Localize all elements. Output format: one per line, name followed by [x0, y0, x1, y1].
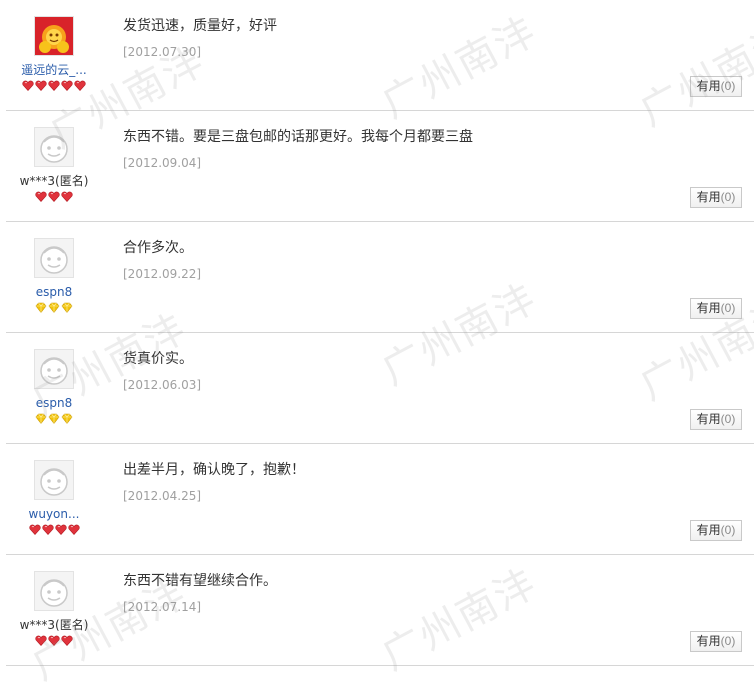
credit-badges [4, 302, 104, 314]
useful-label: 有用 [696, 301, 721, 315]
useful-label: 有用 [696, 412, 721, 426]
yellow-diamond-icon [35, 302, 47, 313]
red-heart-icon [22, 80, 34, 91]
useful-button[interactable]: 有用(0) [690, 76, 742, 97]
red-heart-icon [74, 80, 86, 91]
reviewer-name[interactable]: w***3(匿名) [4, 173, 104, 189]
review-comment: 货真价实。 [123, 351, 193, 367]
review-date: [2012.06.03] [123, 378, 202, 392]
reviewer-name[interactable]: wuyon... [4, 506, 104, 522]
useful-count: (0) [720, 79, 736, 93]
yellow-diamond-icon [35, 413, 47, 424]
review-item: espn8 合作多次。 [2012.09.22] 有用(0) [0, 222, 754, 333]
default-face-avatar[interactable] [34, 127, 74, 167]
divider [6, 665, 754, 666]
credit-badges [4, 80, 104, 92]
review-list: 遥远的云_... 发货迅速，质量好，好评 [2012.07.30] 有用(0) … [0, 0, 754, 666]
red-heart-icon [67, 524, 80, 535]
useful-button[interactable]: 有用(0) [690, 187, 742, 208]
red-heart-icon [61, 191, 73, 202]
yellow-diamond-icon [61, 413, 73, 424]
useful-button[interactable]: 有用(0) [690, 631, 742, 652]
review-comment: 东西不错。要是三盘包邮的话那更好。我每个月都要三盘 [123, 129, 473, 145]
credit-badges [4, 635, 104, 647]
review-date: [2012.09.04] [123, 156, 202, 170]
review-comment: 合作多次。 [123, 240, 193, 256]
review-item: wuyon... 出差半月，确认晚了，抱歉！ [2012.04.25] 有用(0… [0, 444, 754, 555]
review-comment: 出差半月，确认晚了，抱歉！ [123, 462, 305, 478]
default-face-avatar[interactable] [34, 349, 74, 389]
review-item: 遥远的云_... 发货迅速，质量好，好评 [2012.07.30] 有用(0) [0, 0, 754, 111]
default-face-avatar[interactable] [34, 238, 74, 278]
reviewer-name[interactable]: espn8 [4, 284, 104, 300]
review-date: [2012.09.22] [123, 267, 202, 281]
red-heart-icon [48, 80, 60, 91]
review-comment: 发货迅速，质量好，好评 [123, 18, 277, 34]
review-item: w***3(匿名) 东西不错。要是三盘包邮的话那更好。我每个月都要三盘 [201… [0, 111, 754, 222]
red-heart-icon [61, 635, 73, 646]
useful-count: (0) [720, 190, 736, 204]
useful-label: 有用 [696, 190, 721, 204]
reviewer-name[interactable]: espn8 [4, 395, 104, 411]
credit-badges [4, 413, 104, 425]
useful-label: 有用 [696, 634, 721, 648]
yellow-diamond-icon [48, 413, 60, 424]
credit-badges [4, 191, 104, 203]
yellow-diamond-icon [61, 302, 73, 313]
red-heart-icon [28, 524, 41, 535]
red-heart-icon [48, 635, 60, 646]
useful-count: (0) [720, 412, 736, 426]
orange-cartoon-avatar[interactable] [34, 16, 74, 56]
review-item: w***3(匿名) 东西不错有望继续合作。 [2012.07.14] 有用(0) [0, 555, 754, 666]
review-date: [2012.07.14] [123, 600, 202, 614]
useful-count: (0) [720, 523, 736, 537]
reviewer-name[interactable]: 遥远的云_... [4, 62, 104, 78]
review-date: [2012.04.25] [123, 489, 202, 503]
review-comment: 东西不错有望继续合作。 [123, 573, 277, 589]
red-heart-icon [35, 635, 47, 646]
red-heart-icon [54, 524, 67, 535]
red-heart-icon [35, 191, 47, 202]
useful-button[interactable]: 有用(0) [690, 409, 742, 430]
useful-count: (0) [720, 301, 736, 315]
red-heart-icon [41, 524, 54, 535]
red-heart-icon [35, 80, 47, 91]
useful-button[interactable]: 有用(0) [690, 298, 742, 319]
yellow-diamond-icon [48, 302, 60, 313]
default-face-avatar[interactable] [34, 460, 74, 500]
review-item: espn8 货真价实。 [2012.06.03] 有用(0) [0, 333, 754, 444]
default-face-avatar[interactable] [34, 571, 74, 611]
review-date: [2012.07.30] [123, 45, 202, 59]
useful-label: 有用 [696, 523, 721, 537]
useful-label: 有用 [696, 79, 721, 93]
red-heart-icon [48, 191, 60, 202]
useful-button[interactable]: 有用(0) [690, 520, 742, 541]
red-heart-icon [61, 80, 73, 91]
credit-badges [4, 524, 104, 536]
useful-count: (0) [720, 634, 736, 648]
reviewer-name[interactable]: w***3(匿名) [4, 617, 104, 633]
